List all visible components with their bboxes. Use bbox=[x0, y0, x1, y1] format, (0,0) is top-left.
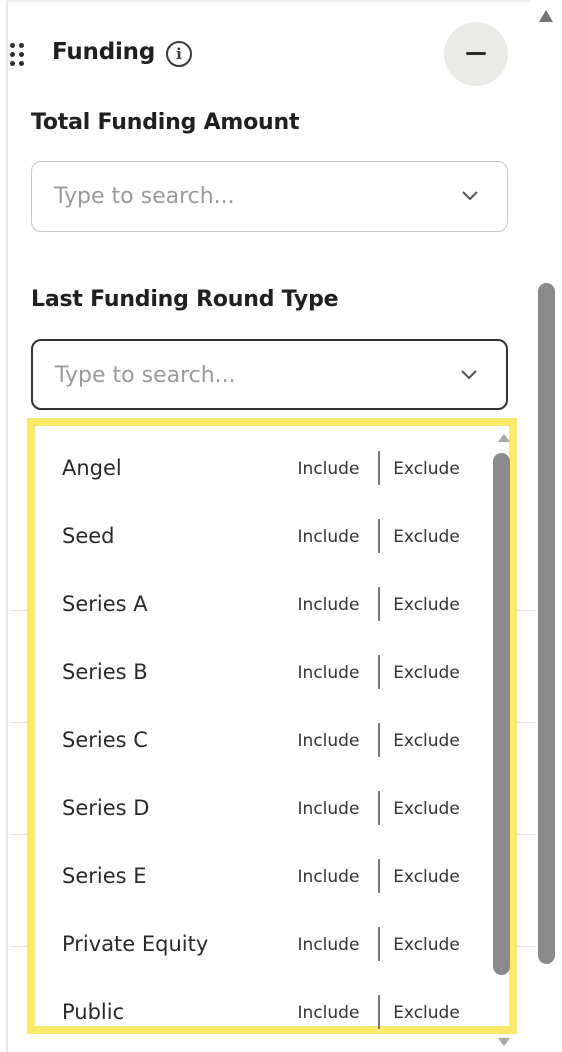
include-button[interactable]: Include bbox=[291, 867, 366, 887]
exclude-button[interactable]: Exclude bbox=[389, 935, 464, 955]
total-funding-select[interactable]: Type to search... bbox=[31, 161, 508, 232]
option-series-c[interactable]: Series C Include Exclude bbox=[43, 706, 508, 774]
exclude-button[interactable]: Exclude bbox=[389, 663, 464, 683]
option-label: Angel bbox=[62, 456, 122, 480]
include-button[interactable]: Include bbox=[291, 527, 366, 547]
option-divider bbox=[378, 995, 380, 1029]
option-divider bbox=[378, 723, 380, 757]
include-button[interactable]: Include bbox=[291, 595, 366, 615]
option-series-e[interactable]: Series E Include Exclude bbox=[43, 842, 508, 910]
last-round-placeholder: Type to search... bbox=[55, 363, 236, 388]
option-angel[interactable]: Angel Include Exclude bbox=[43, 434, 508, 502]
option-series-d[interactable]: Series D Include Exclude bbox=[43, 774, 508, 842]
option-seed[interactable]: Seed Include Exclude bbox=[43, 502, 508, 570]
option-label: Private Equity bbox=[62, 932, 209, 956]
option-private-equity[interactable]: Private Equity Include Exclude bbox=[43, 910, 508, 978]
round-type-options: Angel Include Exclude Seed Include Exclu… bbox=[43, 434, 510, 1046]
option-divider bbox=[378, 451, 380, 485]
chevron-down-icon bbox=[461, 370, 477, 380]
panel-scroll-up-icon[interactable] bbox=[539, 10, 553, 22]
dropdown-scroll-up-icon[interactable] bbox=[498, 434, 510, 442]
last-round-label: Last Funding Round Type bbox=[31, 287, 339, 312]
include-button[interactable]: Include bbox=[291, 799, 366, 819]
total-funding-label: Total Funding Amount bbox=[31, 110, 300, 135]
exclude-button[interactable]: Exclude bbox=[389, 459, 464, 479]
exclude-button[interactable]: Exclude bbox=[389, 595, 464, 615]
include-button[interactable]: Include bbox=[291, 935, 366, 955]
option-series-b[interactable]: Series B Include Exclude bbox=[43, 638, 508, 706]
exclude-button[interactable]: Exclude bbox=[389, 731, 464, 751]
option-divider bbox=[378, 791, 380, 825]
exclude-button[interactable]: Exclude bbox=[389, 799, 464, 819]
include-button[interactable]: Include bbox=[291, 663, 366, 683]
collapse-button[interactable] bbox=[444, 22, 508, 86]
exclude-button[interactable]: Exclude bbox=[389, 1003, 464, 1023]
option-label: Seed bbox=[62, 524, 115, 548]
option-series-a[interactable]: Series A Include Exclude bbox=[43, 570, 508, 638]
option-divider bbox=[378, 859, 380, 893]
panel-scrollbar-thumb[interactable] bbox=[538, 283, 555, 964]
dropdown-scroll-down-icon[interactable] bbox=[498, 1038, 510, 1046]
option-label: Public bbox=[62, 1000, 125, 1024]
include-button[interactable]: Include bbox=[291, 459, 366, 479]
panel-top-border bbox=[6, 0, 531, 2]
round-type-dropdown: Angel Include Exclude Seed Include Exclu… bbox=[27, 418, 517, 1046]
option-divider bbox=[378, 927, 380, 961]
option-divider bbox=[378, 587, 380, 621]
option-divider bbox=[378, 655, 380, 689]
exclude-button[interactable]: Exclude bbox=[389, 867, 464, 887]
option-label: Series D bbox=[62, 796, 150, 820]
option-label: Series B bbox=[62, 660, 148, 684]
minus-icon bbox=[466, 52, 486, 55]
drag-handle-icon[interactable] bbox=[8, 42, 26, 68]
option-public[interactable]: Public Include Exclude bbox=[43, 978, 508, 1046]
info-icon[interactable]: i bbox=[166, 41, 192, 67]
option-label: Series C bbox=[62, 728, 148, 752]
last-round-select[interactable]: Type to search... bbox=[31, 339, 508, 410]
dropdown-scrollbar-thumb[interactable] bbox=[493, 453, 510, 975]
include-button[interactable]: Include bbox=[291, 731, 366, 751]
exclude-button[interactable]: Exclude bbox=[389, 527, 464, 547]
section-title: Funding bbox=[52, 39, 156, 65]
option-divider bbox=[378, 519, 380, 553]
total-funding-placeholder: Type to search... bbox=[54, 184, 235, 209]
panel-left-border bbox=[6, 0, 8, 1052]
option-label: Series A bbox=[62, 592, 148, 616]
include-button[interactable]: Include bbox=[291, 1003, 366, 1023]
chevron-down-icon bbox=[462, 191, 478, 201]
option-label: Series E bbox=[62, 864, 147, 888]
funding-filter-panel: Funding i Total Funding Amount Type to s… bbox=[0, 0, 562, 1052]
